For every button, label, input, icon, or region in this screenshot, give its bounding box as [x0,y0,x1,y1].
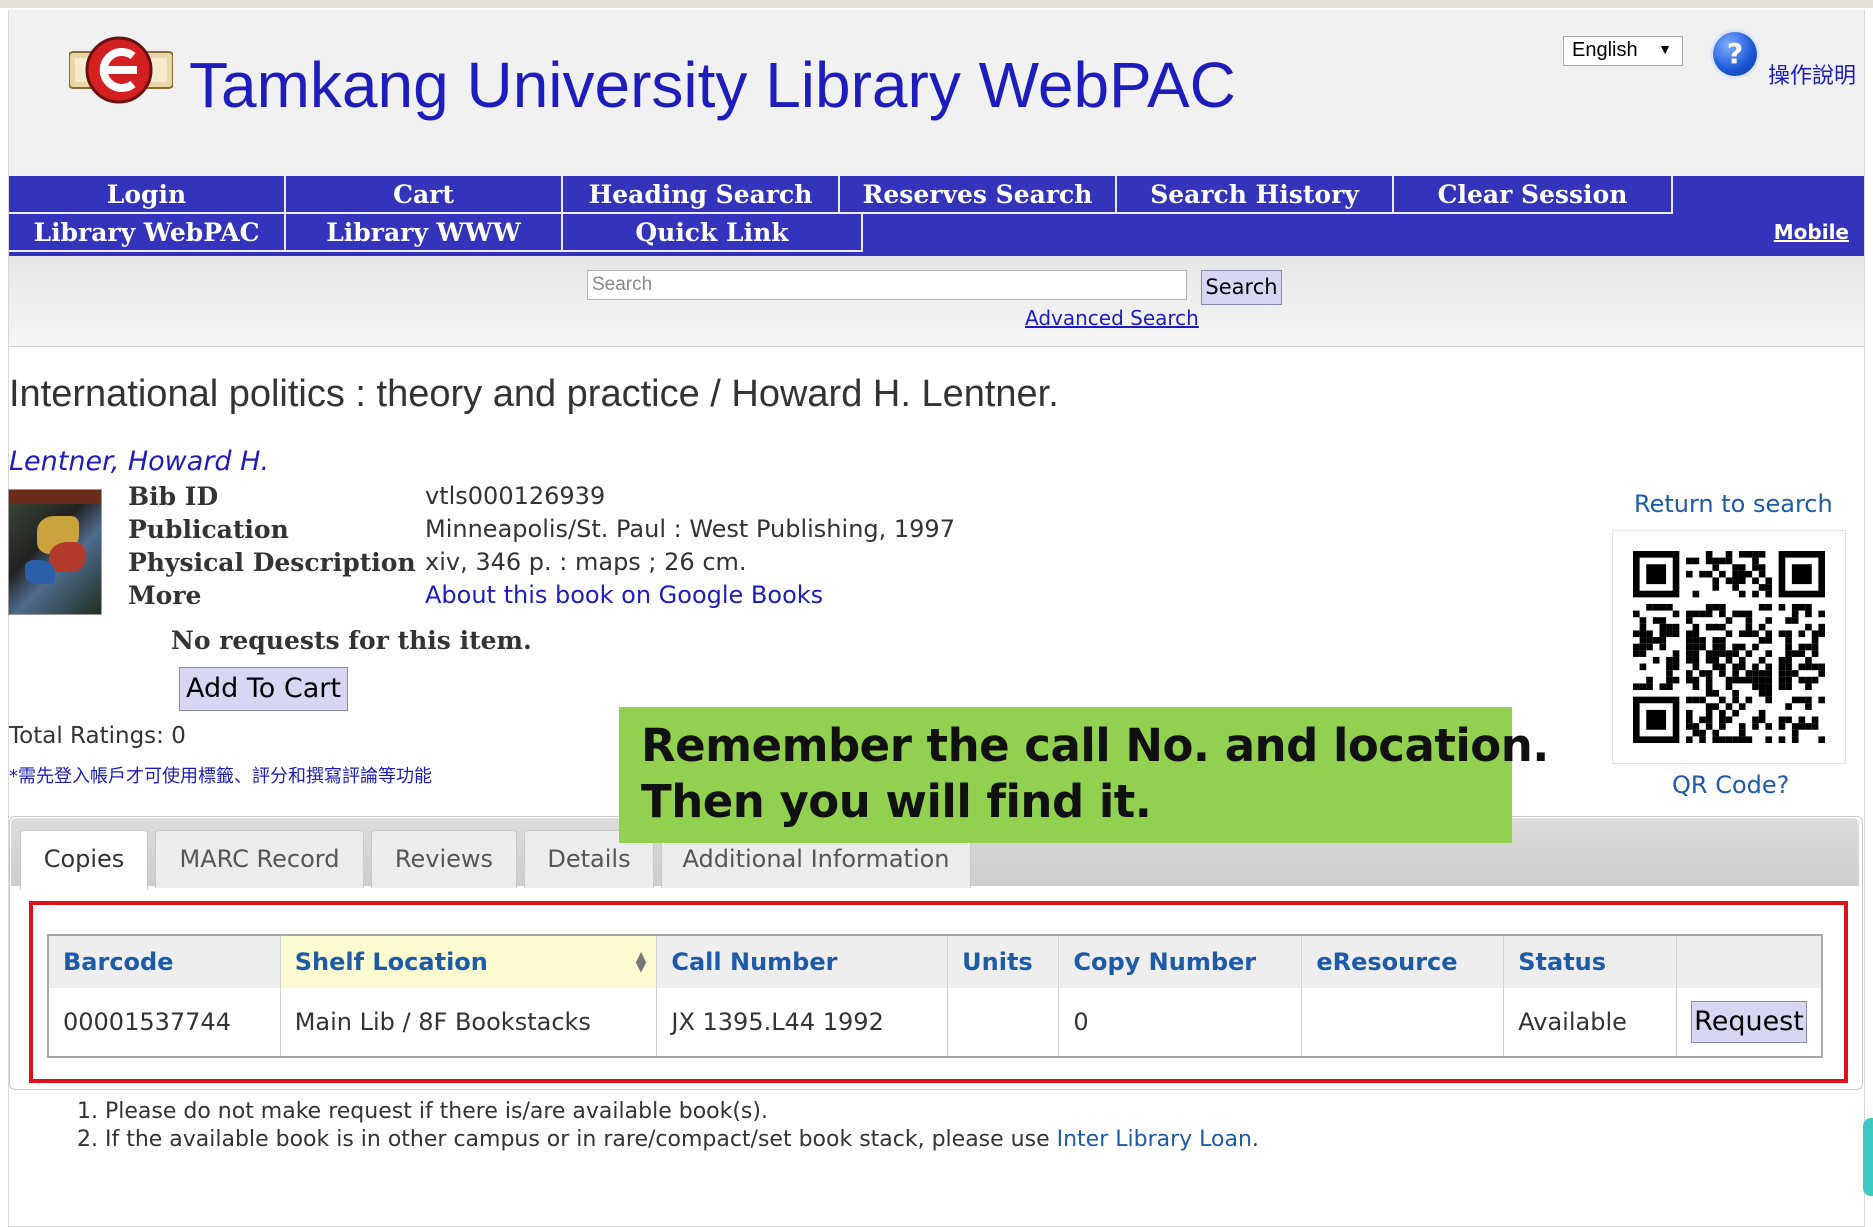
cell-copy-number: 0 [1058,988,1303,1057]
nav-login[interactable]: Login [9,176,286,214]
cell-action: Request [1676,988,1823,1057]
top-border [0,0,1873,8]
side-widget-tab[interactable] [1863,1118,1873,1196]
cell-eresource [1301,988,1505,1057]
cell-units [947,988,1060,1057]
header: Tamkang University Library WebPAC [9,10,1864,176]
table-row: 00001537744 Main Lib / 8F Bookstacks JX … [48,988,1823,1057]
nav-cart[interactable]: Cart [286,176,563,214]
sort-icon: ▲ ▼ [635,949,647,975]
field-value-bib-id: vtls000126939 [425,482,606,510]
mobile-link[interactable]: Mobile [1774,220,1849,244]
nav-heading-search[interactable]: Heading Search [563,176,840,214]
field-label-more: More [128,581,202,610]
table-header-row: Barcode Shelf Location ▲ ▼ Call Number Un… [48,935,1823,988]
tab-copies[interactable]: Copies [20,830,148,890]
copies-table: Barcode Shelf Location ▲ ▼ Call Number Un… [47,934,1823,1058]
note-2-end: . [1251,1127,1259,1152]
no-requests-message: No requests for this item. [171,626,532,655]
nav-library-webpac[interactable]: Library WebPAC [9,214,286,252]
column-units[interactable]: Units [947,935,1060,988]
column-eresource[interactable]: eResource [1301,935,1505,988]
column-copy-number[interactable]: Copy Number [1058,935,1303,988]
column-shelf-location[interactable]: Shelf Location ▲ ▼ [280,935,658,988]
request-button[interactable]: Request [1691,1001,1807,1043]
site-title: Tamkang University Library WebPAC [189,49,1236,121]
search-input[interactable]: Search [587,270,1187,300]
column-status[interactable]: Status [1503,935,1677,988]
note-1: 1. Please do not make request if there i… [77,1099,768,1124]
nav-reserves-search[interactable]: Reserves Search [840,176,1117,214]
return-to-search-link[interactable]: Return to search [1634,490,1833,518]
cell-barcode: 00001537744 [48,988,281,1057]
cell-shelf-location: Main Lib / 8F Bookstacks [280,988,658,1057]
column-call-number[interactable]: Call Number [656,935,949,988]
advanced-search-link[interactable]: Advanced Search [1025,306,1199,330]
google-books-link[interactable]: About this book on Google Books [425,581,823,609]
column-action [1676,935,1823,988]
inter-library-loan-link[interactable]: Inter Library Loan [1057,1127,1252,1152]
record-title: International politics : theory and prac… [9,373,1059,415]
main-nav: Login Cart Heading Search Reserves Searc… [9,176,1864,256]
language-selected: English [1572,39,1638,61]
field-label-physical-description: Physical Description [128,548,416,577]
nav-library-www[interactable]: Library WWW [286,214,563,252]
copy-notes: 1. Please do not make request if there i… [77,1098,1259,1154]
total-ratings: Total Ratings: 0 [9,723,186,749]
field-value-publication: Minneapolis/St. Paul : West Publishing, … [425,515,955,543]
tab-reviews[interactable]: Reviews [371,830,517,888]
callout-line-1: Remember the call No. and location. [641,719,1549,772]
nav-search-history[interactable]: Search History [1117,176,1394,214]
login-note: *需先登入帳戶才可使用標籤、評分和撰寫評論等功能 [9,766,432,787]
qr-code-box [1612,530,1846,764]
column-barcode[interactable]: Barcode [48,935,281,988]
help-icon[interactable]: ? [1713,32,1757,76]
tab-marc-record[interactable]: MARC Record [155,830,364,888]
library-logo [69,36,173,104]
search-button[interactable]: Search [1201,270,1282,305]
field-value-physical-description: xiv, 346 p. : maps ; 26 cm. [425,548,747,576]
cell-status: Available [1503,988,1677,1057]
note-2-text: 2. If the available book is in other cam… [77,1127,1057,1152]
callout-line-2: Then you will find it. [641,775,1152,828]
help-link[interactable]: 操作說明 [1768,58,1856,90]
field-label-bib-id: Bib ID [128,482,219,511]
qr-code-link[interactable]: QR Code? [1672,771,1789,799]
instruction-callout: Remember the call No. and location. Then… [619,707,1549,843]
column-shelf-location-label: Shelf Location [294,948,488,976]
nav-quick-link[interactable]: Quick Link [563,214,863,252]
qr-code-image [1633,551,1825,743]
book-cover-image[interactable] [8,489,102,615]
language-select[interactable]: English ▼ [1563,36,1683,66]
cell-call-number: JX 1395.L44 1992 [656,988,949,1057]
add-to-cart-button[interactable]: Add To Cart [179,667,348,711]
field-label-publication: Publication [128,515,289,544]
note-2: 2. If the available book is in other cam… [77,1126,1259,1154]
dropdown-arrow-icon: ▼ [1658,41,1672,57]
nav-clear-session[interactable]: Clear Session [1394,176,1673,214]
author-link[interactable]: Lentner, Howard H. [9,446,269,477]
